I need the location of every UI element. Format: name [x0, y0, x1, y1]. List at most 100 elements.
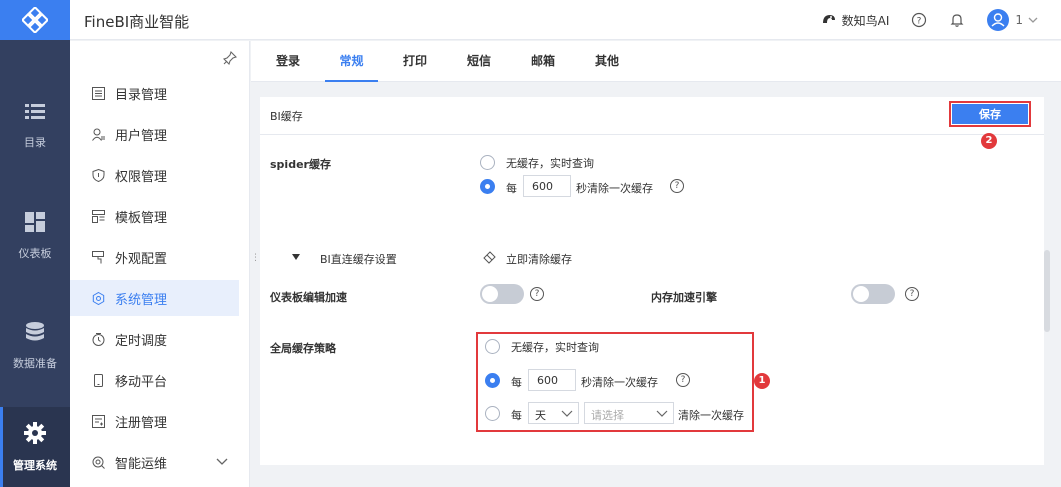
spider-help-icon[interactable]: ? — [670, 179, 684, 193]
bi-cache-panel: BI缓存 保存 2 spider缓存 无缓存，实时查询 每 600 秒清除一次缓… — [260, 97, 1044, 465]
policy-unit-select[interactable]: 天 — [528, 402, 579, 424]
sidebar-item-templates[interactable]: 模板管理 — [70, 198, 239, 234]
list-icon — [25, 103, 45, 124]
template-icon — [91, 209, 105, 223]
app-logo[interactable] — [0, 0, 70, 40]
sidebar-item-users[interactable]: 用户管理 — [70, 116, 239, 152]
sidebar-item-catalog[interactable]: 目录管理 — [70, 75, 239, 111]
sidebar-item-mobile[interactable]: 移动平台 — [70, 362, 239, 398]
clear-cache-button[interactable]: 立即清除缓存 — [506, 251, 572, 267]
panel-resize-handle[interactable]: ⋮ — [251, 254, 260, 270]
sidebar-item-system[interactable]: 系统管理 — [70, 280, 239, 316]
global-policy-label: 全局缓存策略 — [270, 342, 336, 355]
sidebar-item-appearance[interactable]: 外观配置 — [70, 239, 239, 275]
sidebar-item-label: 权限管理 — [115, 169, 168, 185]
user-name: 1 — [1015, 13, 1023, 27]
dashboard-icon — [25, 211, 45, 235]
policy-no-cache-text: 无缓存，实时查询 — [511, 341, 599, 354]
database-icon — [25, 321, 45, 345]
policy-help-icon[interactable]: ? — [676, 373, 690, 387]
spider-interval-radio[interactable] — [480, 179, 495, 194]
dashboard-accel-label: 仪表板编辑加速 — [270, 291, 347, 304]
svg-text:?: ? — [917, 17, 922, 27]
sidebar-item-registration[interactable]: 注册管理 — [70, 403, 239, 439]
save-highlight: 保存 — [949, 101, 1031, 127]
ai-assistant-button[interactable]: 数知鸟AI — [821, 12, 890, 29]
bell-icon[interactable] — [949, 12, 965, 28]
shield-icon — [91, 168, 105, 182]
brush-icon — [91, 250, 105, 264]
sidebar-item-label: 模板管理 — [115, 210, 168, 226]
direct-cache-label: BI直连缓存设置 — [320, 253, 397, 266]
panel-title: BI缓存 — [270, 110, 303, 123]
policy-time-select[interactable]: 请选择 — [584, 402, 674, 424]
nav-catalog-label: 目录 — [24, 135, 46, 149]
nav-dashboard[interactable]: 仪表板 — [0, 196, 70, 276]
catalog-icon — [91, 86, 105, 100]
spider-every-text: 每 — [506, 182, 517, 195]
tab-login[interactable]: 登录 — [275, 41, 301, 82]
user-menu[interactable]: 1 — [987, 9, 1039, 31]
dashboard-accel-toggle[interactable] — [480, 284, 524, 304]
tab-general[interactable]: 常规 — [325, 41, 378, 82]
top-bar: FineBI商业智能 数知鸟AI ? 1 — [70, 0, 1061, 40]
user-icon — [91, 127, 105, 141]
sidebar-item-schedule[interactable]: 定时调度 — [70, 321, 239, 357]
sidebar-item-permissions[interactable]: 权限管理 — [70, 157, 239, 193]
tab-sms[interactable]: 短信 — [466, 41, 492, 82]
tab-other[interactable]: 其他 — [594, 41, 620, 82]
main-content: 登录 常规 打印 短信 邮箱 其他 BI缓存 保存 2 spider缓存 无缓存… — [251, 41, 1061, 487]
spider-no-cache-radio[interactable] — [480, 155, 495, 170]
tab-email[interactable]: 邮箱 — [530, 41, 556, 82]
sidebar-item-label: 系统管理 — [115, 292, 168, 308]
nav-admin[interactable]: 管理系统 — [0, 407, 70, 487]
avatar-icon — [987, 9, 1010, 31]
panel-header: BI缓存 保存 2 — [260, 97, 1044, 149]
sidebar-item-label: 用户管理 — [115, 128, 168, 144]
spider-no-cache-text: 无缓存，实时查询 — [506, 157, 594, 170]
memory-engine-toggle[interactable] — [851, 284, 895, 304]
chevron-down-icon — [561, 410, 573, 417]
chevron-down-icon — [1028, 17, 1038, 23]
sidebar-item-label: 移动平台 — [115, 374, 168, 390]
save-button[interactable]: 保存 — [952, 104, 1028, 124]
chevron-down-icon — [216, 458, 228, 465]
help-icon[interactable]: ? — [911, 12, 927, 28]
ops-icon — [91, 455, 105, 469]
sidebar-item-label: 目录管理 — [115, 87, 168, 103]
pin-icon[interactable] — [223, 51, 237, 65]
policy-seconds-radio[interactable] — [485, 373, 500, 388]
spider-seconds-input[interactable]: 600 — [523, 175, 571, 197]
dashboard-accel-help-icon[interactable]: ? — [530, 287, 544, 301]
policy-daily-radio[interactable] — [485, 406, 500, 421]
mobile-icon — [91, 373, 105, 387]
vertical-scrollbar[interactable] — [1044, 250, 1050, 332]
policy-no-cache-radio[interactable] — [485, 339, 500, 354]
policy-seconds-input[interactable]: 600 — [528, 369, 576, 391]
app-title: FineBI商业智能 — [84, 13, 190, 31]
nav-admin-label: 管理系统 — [13, 458, 57, 472]
memory-engine-help-icon[interactable]: ? — [905, 287, 919, 301]
gear-icon — [24, 421, 46, 447]
spider-cache-label: spider缓存 — [270, 158, 331, 171]
nav-data-prep[interactable]: 数据准备 — [0, 306, 70, 386]
left-nav-bar: 目录 仪表板 数据准备 管理系统 — [0, 0, 70, 487]
memory-engine-label: 内存加速引擎 — [651, 291, 717, 304]
eraser-icon — [483, 251, 496, 264]
admin-sidebar: 目录管理 用户管理 权限管理 模板管理 外观配置 系统管理 定时调度 移动平台 … — [70, 41, 250, 487]
nav-catalog[interactable]: 目录 — [0, 86, 70, 166]
sidebar-item-ops[interactable]: 智能运维 — [70, 444, 239, 480]
step-badge-policy: 1 — [754, 373, 770, 389]
logo-icon — [22, 7, 48, 33]
sidebar-item-label: 定时调度 — [115, 333, 168, 349]
policy-seconds-suffix: 秒清除一次缓存 — [581, 376, 658, 389]
nav-dashboard-label: 仪表板 — [18, 246, 52, 260]
policy-every2-text: 每 — [511, 409, 522, 422]
top-right-tools: 数知鸟AI ? 1 — [821, 0, 1061, 40]
caret-down-icon[interactable] — [292, 254, 300, 260]
settings-tabs: 登录 常规 打印 短信 邮箱 其他 — [251, 41, 1061, 82]
tab-print[interactable]: 打印 — [402, 41, 428, 82]
settings-icon — [91, 291, 105, 305]
ai-assistant-label: 数知鸟AI — [841, 13, 890, 28]
clock-icon — [91, 332, 105, 346]
